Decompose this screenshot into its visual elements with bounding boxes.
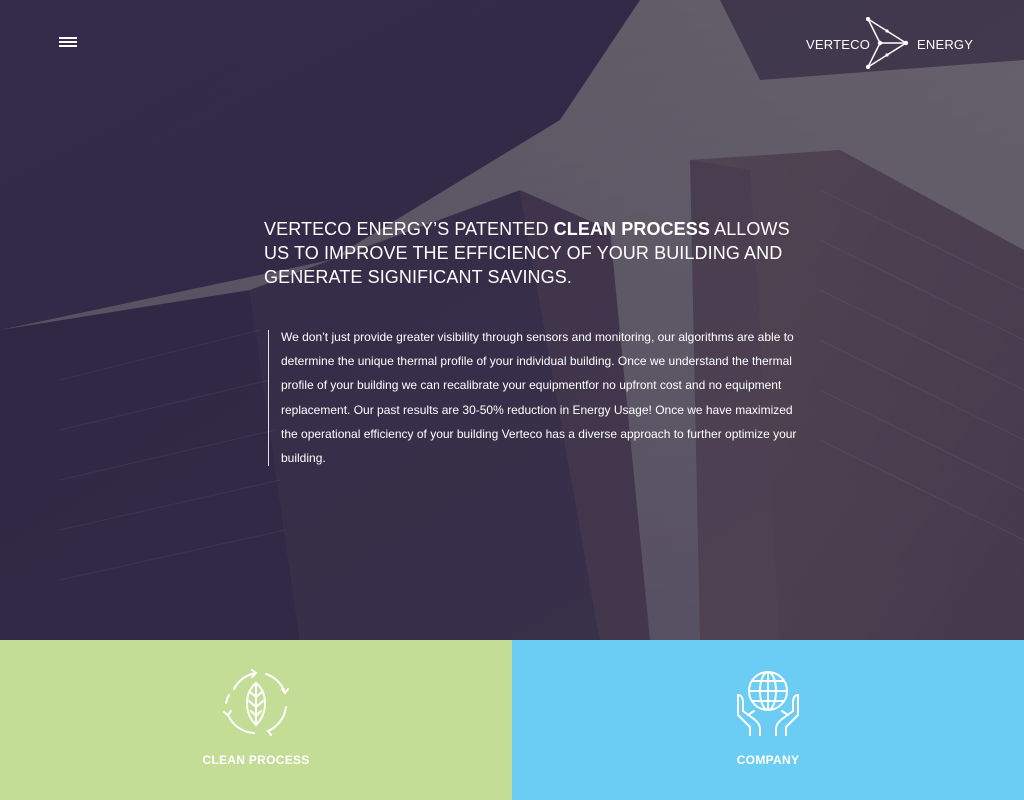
hamburger-icon-bar [59, 41, 77, 43]
clean-process-label: CLEAN PROCESS [202, 753, 310, 767]
headline-text: VERTECO ENERGY’S PATENTED [264, 219, 554, 239]
company-tile[interactable]: COMPANY [512, 640, 1024, 800]
brand-logo[interactable]: VERTECO ENERGY [806, 17, 976, 69]
hamburger-icon-bar [59, 45, 77, 47]
hero-headline: VERTECO ENERGY’S PATENTED CLEAN PROCESS … [264, 217, 804, 289]
logo-text-left: VERTECO [806, 37, 871, 52]
menu-button[interactable] [59, 37, 77, 49]
company-label: COMPANY [736, 753, 800, 767]
headline-emphasis: CLEAN PROCESS [553, 219, 710, 239]
leaf-cycle-icon [223, 669, 289, 736]
hero-section: VERTECO ENERGY VERTECO ENERGY’S PATENTED… [0, 0, 1024, 640]
hamburger-icon-bar [59, 37, 77, 39]
logo-text-right: ENERGY [917, 37, 974, 52]
hero-description-block: We don’t just provide greater visibility… [268, 330, 801, 466]
clean-process-tile[interactable]: CLEAN PROCESS [0, 640, 512, 800]
city-skyline-background [0, 0, 1024, 640]
globe-hands-icon [737, 671, 799, 736]
hero-description: We don’t just provide greater visibility… [281, 330, 797, 466]
arrow-constellation-icon [866, 17, 909, 69]
